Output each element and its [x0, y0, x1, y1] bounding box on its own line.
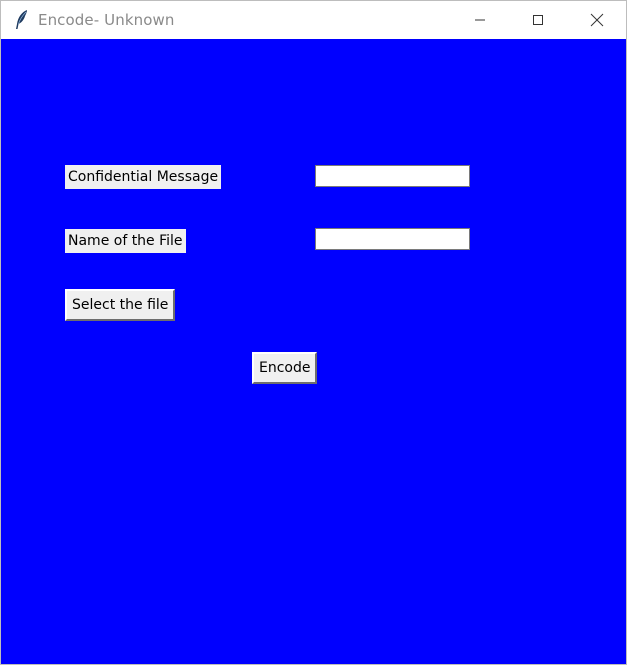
select-file-button[interactable]: Select the file [65, 289, 176, 321]
window-title: Encode- Unknown [38, 11, 175, 29]
file-name-input[interactable] [315, 228, 470, 250]
maximize-icon [533, 15, 543, 25]
confidential-message-label: Confidential Message [65, 165, 222, 189]
close-button[interactable] [568, 1, 626, 39]
maximize-button[interactable] [509, 1, 567, 39]
feather-icon [12, 9, 32, 31]
minimize-icon [475, 19, 485, 21]
form-area: Confidential Message Name of the File Se… [1, 39, 626, 664]
close-icon [590, 13, 604, 27]
minimize-button[interactable] [451, 1, 509, 39]
encode-button[interactable]: Encode [252, 352, 318, 384]
title-bar[interactable]: Encode- Unknown [1, 1, 626, 39]
confidential-message-input[interactable] [315, 165, 470, 187]
file-name-label: Name of the File [65, 229, 186, 253]
app-window: Encode- Unknown Confidential Message Nam… [0, 0, 627, 665]
